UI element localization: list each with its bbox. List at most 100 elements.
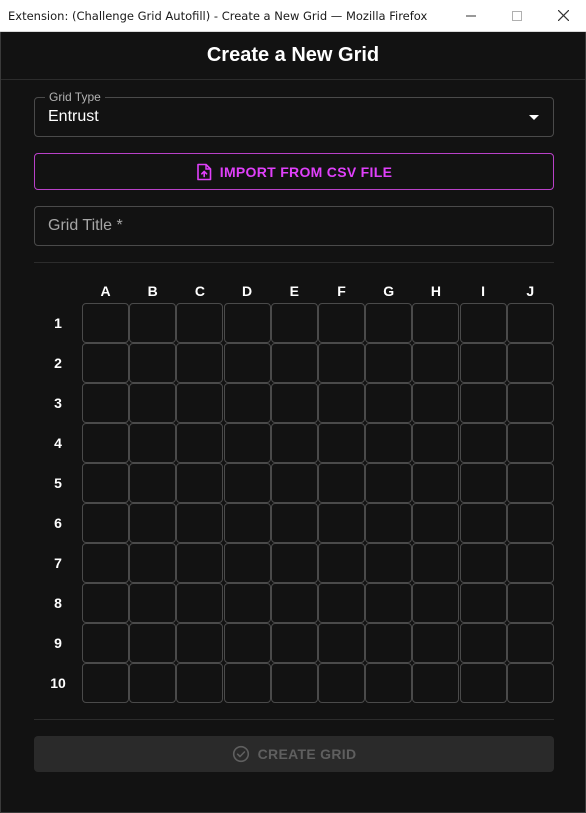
- grid-cell-g8[interactable]: [365, 583, 413, 623]
- minimize-button[interactable]: [448, 0, 494, 32]
- grid-type-select[interactable]: Grid Type Entrust: [34, 90, 554, 137]
- grid-cell-i10[interactable]: [459, 663, 507, 703]
- grid-cell-a4[interactable]: [82, 423, 129, 463]
- grid-cell-e7[interactable]: [270, 543, 318, 583]
- grid-cell-d1[interactable]: [223, 303, 271, 343]
- grid-cell-f3[interactable]: [318, 383, 365, 423]
- grid-cell-h10[interactable]: [412, 663, 460, 703]
- grid-cell-h5[interactable]: [412, 463, 460, 503]
- grid-cell-h8[interactable]: [412, 583, 460, 623]
- grid-cell-d5[interactable]: [223, 463, 271, 503]
- grid-cell-c1[interactable]: [176, 303, 224, 343]
- grid-cell-f1[interactable]: [318, 303, 365, 343]
- grid-cell-d9[interactable]: [223, 623, 271, 663]
- grid-cell-b3[interactable]: [129, 383, 177, 423]
- create-grid-button[interactable]: CREATE GRID: [34, 736, 554, 772]
- grid-cell-a10[interactable]: [82, 663, 129, 703]
- grid-cell-j6[interactable]: [506, 503, 554, 543]
- grid-cell-c9[interactable]: [176, 623, 224, 663]
- grid-cell-g3[interactable]: [365, 383, 413, 423]
- grid-cell-f10[interactable]: [318, 663, 365, 703]
- grid-cell-a2[interactable]: [82, 343, 129, 383]
- grid-cell-b7[interactable]: [129, 543, 177, 583]
- grid-cell-a8[interactable]: [82, 583, 129, 623]
- grid-cell-f2[interactable]: [318, 343, 365, 383]
- grid-cell-a5[interactable]: [82, 463, 129, 503]
- grid-cell-h6[interactable]: [412, 503, 460, 543]
- grid-cell-f9[interactable]: [318, 623, 365, 663]
- grid-cell-d10[interactable]: [223, 663, 271, 703]
- grid-cell-i9[interactable]: [459, 623, 507, 663]
- grid-cell-a6[interactable]: [82, 503, 129, 543]
- grid-cell-j9[interactable]: [506, 623, 554, 663]
- grid-cell-j8[interactable]: [506, 583, 554, 623]
- grid-cell-b2[interactable]: [129, 343, 177, 383]
- grid-cell-j5[interactable]: [506, 463, 554, 503]
- close-button[interactable]: [540, 0, 586, 32]
- grid-cell-f4[interactable]: [318, 423, 365, 463]
- grid-cell-b4[interactable]: [129, 423, 177, 463]
- grid-cell-i1[interactable]: [459, 303, 507, 343]
- grid-cell-f7[interactable]: [318, 543, 365, 583]
- grid-cell-g7[interactable]: [365, 543, 413, 583]
- grid-cell-i6[interactable]: [459, 503, 507, 543]
- grid-cell-a3[interactable]: [82, 383, 129, 423]
- grid-cell-c2[interactable]: [176, 343, 224, 383]
- grid-cell-c7[interactable]: [176, 543, 224, 583]
- grid-cell-d7[interactable]: [223, 543, 271, 583]
- grid-cell-g1[interactable]: [365, 303, 413, 343]
- grid-cell-d3[interactable]: [223, 383, 271, 423]
- grid-cell-g4[interactable]: [365, 423, 413, 463]
- grid-cell-h9[interactable]: [412, 623, 460, 663]
- grid-cell-b5[interactable]: [129, 463, 177, 503]
- grid-cell-e1[interactable]: [270, 303, 318, 343]
- grid-title-input[interactable]: Grid Title *: [34, 206, 554, 246]
- grid-cell-b8[interactable]: [129, 583, 177, 623]
- grid-cell-e9[interactable]: [270, 623, 318, 663]
- grid-cell-e3[interactable]: [270, 383, 318, 423]
- grid-cell-e8[interactable]: [270, 583, 318, 623]
- grid-cell-j2[interactable]: [506, 343, 554, 383]
- grid-cell-h2[interactable]: [412, 343, 460, 383]
- grid-cell-j7[interactable]: [506, 543, 554, 583]
- grid-cell-c4[interactable]: [176, 423, 224, 463]
- grid-cell-b10[interactable]: [129, 663, 177, 703]
- grid-cell-f5[interactable]: [318, 463, 365, 503]
- grid-cell-e5[interactable]: [270, 463, 318, 503]
- grid-cell-a1[interactable]: [82, 303, 129, 343]
- grid-cell-h1[interactable]: [412, 303, 460, 343]
- grid-cell-j3[interactable]: [506, 383, 554, 423]
- grid-cell-e6[interactable]: [270, 503, 318, 543]
- grid-cell-b1[interactable]: [129, 303, 177, 343]
- grid-cell-a9[interactable]: [82, 623, 129, 663]
- grid-cell-c5[interactable]: [176, 463, 224, 503]
- grid-cell-i5[interactable]: [459, 463, 507, 503]
- grid-cell-a7[interactable]: [82, 543, 129, 583]
- maximize-button[interactable]: [494, 0, 540, 32]
- grid-cell-e4[interactable]: [270, 423, 318, 463]
- grid-cell-h7[interactable]: [412, 543, 460, 583]
- grid-cell-g10[interactable]: [365, 663, 413, 703]
- grid-cell-h4[interactable]: [412, 423, 460, 463]
- grid-cell-c6[interactable]: [176, 503, 224, 543]
- grid-cell-d2[interactable]: [223, 343, 271, 383]
- grid-cell-i8[interactable]: [459, 583, 507, 623]
- grid-cell-j4[interactable]: [506, 423, 554, 463]
- grid-cell-d4[interactable]: [223, 423, 271, 463]
- grid-cell-i7[interactable]: [459, 543, 507, 583]
- grid-cell-i2[interactable]: [459, 343, 507, 383]
- grid-cell-g9[interactable]: [365, 623, 413, 663]
- grid-cell-c10[interactable]: [176, 663, 224, 703]
- grid-cell-f6[interactable]: [318, 503, 365, 543]
- grid-cell-f8[interactable]: [318, 583, 365, 623]
- grid-cell-i3[interactable]: [459, 383, 507, 423]
- grid-cell-c8[interactable]: [176, 583, 224, 623]
- grid-cell-d8[interactable]: [223, 583, 271, 623]
- grid-cell-e10[interactable]: [270, 663, 318, 703]
- grid-cell-b6[interactable]: [129, 503, 177, 543]
- grid-cell-j10[interactable]: [506, 663, 554, 703]
- grid-cell-g6[interactable]: [365, 503, 413, 543]
- grid-cell-b9[interactable]: [129, 623, 177, 663]
- grid-cell-j1[interactable]: [506, 303, 554, 343]
- grid-cell-i4[interactable]: [459, 423, 507, 463]
